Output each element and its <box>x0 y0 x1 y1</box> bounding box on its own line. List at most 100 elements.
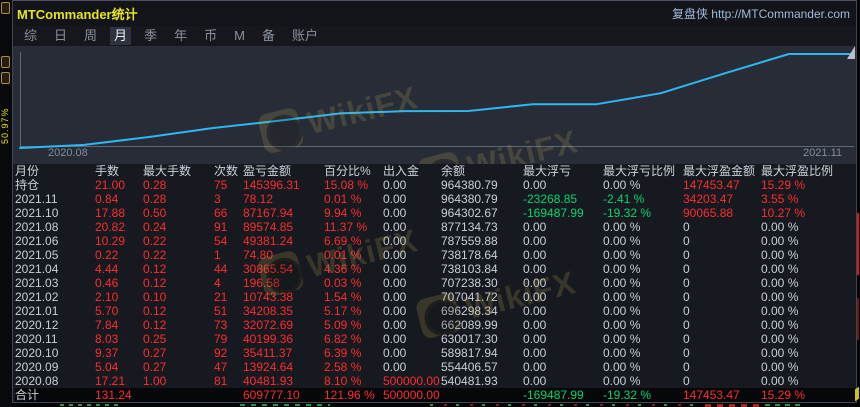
table-row[interactable]: 2020.12 7.84 0.12 73 32072.69 5.09 % 0.00 66208… <box>15 318 856 332</box>
table-cell: 40481.93 <box>243 374 294 388</box>
table-cell: 2020.12 <box>15 318 59 332</box>
table-cell: 4.44 <box>95 262 119 276</box>
menu-item-账户[interactable]: 账户 <box>288 27 322 45</box>
table-cell: 3.55 % <box>761 192 799 206</box>
table-row[interactable]: 2021.02 2.10 0.10 21 10743.38 1.54 % 0.00 70704… <box>15 290 856 304</box>
brand-link[interactable]: 复盘侠 http://MTCommander.com <box>672 5 850 22</box>
menu-item-备[interactable]: 备 <box>258 27 279 45</box>
table-header-row: 月份 手数 最大手数 次数 盈亏金额 百分比% 出入金 余额 最大浮亏 最大浮亏比例 最大浮盈金额最… <box>15 164 856 178</box>
table-cell: 2021.06 <box>15 234 59 248</box>
table-cell: 6.82 % <box>324 332 362 346</box>
table-cell: 0.00 % <box>761 318 799 332</box>
table-cell: 0.00 % <box>603 374 641 388</box>
table-cell: 707238.30 <box>441 276 498 290</box>
table-row[interactable]: 2020.09 5.04 0.27 47 13924.64 2.58 % 0.00 55440… <box>15 360 856 374</box>
table-cell: 0.00 % <box>603 360 641 374</box>
column-header[interactable]: 出入金 <box>383 164 441 178</box>
table-cell: 662089.99 <box>441 318 498 332</box>
table-cell: 0.00 <box>523 318 547 332</box>
menu-bar: 综日周月季年币 M 备账户 <box>13 26 856 46</box>
table-row[interactable]: 2021.03 0.46 0.12 4 196.58 0.03 % 0.00 707238.3… <box>15 276 856 290</box>
menu-item-周[interactable]: 周 <box>80 27 101 45</box>
table-cell: 0.00 <box>523 262 547 276</box>
column-header[interactable]: 次数 <box>214 164 243 178</box>
table-cell: 964302.67 <box>441 206 498 220</box>
table-cell: 1.54 % <box>324 290 362 304</box>
table-cell: 32072.69 <box>243 318 294 332</box>
table-cell: 0 <box>683 360 690 374</box>
table-cell: 147453.47 <box>683 178 740 192</box>
table-cell: 0.00 % <box>603 234 641 248</box>
table-cell: 66 <box>214 206 228 220</box>
table-cell: 21 <box>214 290 228 304</box>
table-row[interactable]: 2021.08 20.82 0.24 91 89574.85 11.37 % 0.00 877… <box>15 220 856 234</box>
table-cell: 0.00 <box>383 276 407 290</box>
table-cell: 44 <box>214 262 228 276</box>
menu-item-季[interactable]: 季 <box>140 27 161 45</box>
table-cell: 696298.34 <box>441 304 498 318</box>
table-row[interactable]: 2021.11 0.84 0.28 3 78.12 0.01 % 0.00 964380.79… <box>15 192 856 206</box>
table-cell: 0.00 % <box>761 276 799 290</box>
menu-item-综[interactable]: 综 <box>20 27 41 45</box>
table-cell: 0.10 <box>143 290 167 304</box>
background-fragment <box>430 404 700 406</box>
table-row[interactable]: 2021.06 10.29 0.22 54 49381.24 6.69 % 0.00 7875… <box>15 234 856 248</box>
table-cell: -169487.99 <box>523 206 584 220</box>
table-cell: 0.28 <box>143 178 167 192</box>
table-row[interactable]: 2021.10 17.88 0.50 66 87167.94 9.94 % 0.00 9643… <box>15 206 856 220</box>
table-row[interactable]: 2021.04 4.44 0.12 44 30865.54 4.36 % 0.00 73810… <box>15 262 856 276</box>
table-row-total[interactable]: 合计 131.24 609777.10 121.96 % 500000.00 -16948… <box>15 388 856 402</box>
column-header[interactable]: 最大浮亏比例 <box>603 164 683 178</box>
table-cell: 0.00 <box>383 262 407 276</box>
resize-grip-icon[interactable] <box>847 46 855 59</box>
menu-item-M[interactable]: M <box>230 27 249 45</box>
column-header[interactable]: 最大浮亏 <box>523 164 603 178</box>
table-cell: 2020.09 <box>15 360 59 374</box>
table-cell: 15.29 % <box>761 388 806 402</box>
table-row[interactable]: 2020.11 8.03 0.25 79 40199.36 6.82 % 0.00 63001… <box>15 332 856 346</box>
column-header[interactable]: 最大浮盈比例 <box>761 164 856 178</box>
table-cell: 0.00 <box>383 234 407 248</box>
column-header[interactable]: 最大手数 <box>143 164 214 178</box>
table-cell: 0.00 <box>523 360 547 374</box>
table-cell: 合计 <box>15 388 40 402</box>
table-row[interactable]: 持仓 21.00 0.28 75 145396.31 15.08 % 0.00 964380.… <box>15 178 856 192</box>
column-header[interactable]: 余额 <box>441 164 523 178</box>
menu-item-年[interactable]: 年 <box>170 27 191 45</box>
table-cell: 92 <box>214 346 228 360</box>
table-cell: 0.00 <box>383 332 407 346</box>
table-cell: 0.00 <box>523 374 547 388</box>
table-cell: 0.22 <box>143 248 167 262</box>
table-cell: 4.36 % <box>324 262 362 276</box>
table-row[interactable]: 2021.01 5.70 0.12 51 34208.35 5.17 % 0.00 69629… <box>15 304 856 318</box>
column-header[interactable]: 月份 <box>15 164 95 178</box>
table-cell: 0.00 % <box>761 234 799 248</box>
column-header[interactable]: 百分比% <box>324 164 383 178</box>
table-cell: 0.00 % <box>761 290 799 304</box>
table-cell: 34208.35 <box>243 304 294 318</box>
table-cell: -23268.85 <box>523 192 578 206</box>
table-cell: 9.37 <box>95 346 119 360</box>
table-cell: 0.00 % <box>603 346 641 360</box>
table-cell: 5.17 % <box>324 304 362 318</box>
table-cell: 40199.36 <box>243 332 294 346</box>
table-row[interactable]: 2020.08 17.21 1.00 81 40481.93 8.10 % 500000.0… <box>15 374 856 388</box>
table-cell: 2.58 % <box>324 360 362 374</box>
table-cell: 0.00 % <box>761 262 799 276</box>
menu-item-币[interactable]: 币 <box>200 27 221 45</box>
menu-item-月[interactable]: 月 <box>110 27 132 45</box>
column-header[interactable]: 盈亏金额 <box>243 164 324 178</box>
table-cell: 0.12 <box>143 262 167 276</box>
x-tick-start: 2020.08 <box>48 147 88 159</box>
table-cell: 630017.30 <box>441 332 498 346</box>
table-row[interactable]: 2021.05 0.22 0.22 1 74.80 0.01 % 0.00 738178.64… <box>15 248 856 262</box>
table-cell: 0.00 <box>523 248 547 262</box>
column-header[interactable]: 最大浮盈金额 <box>683 164 761 178</box>
table-cell: 51 <box>214 304 228 318</box>
table-row[interactable]: 2020.10 9.37 0.27 92 35411.37 6.39 % 0.00 58981… <box>15 346 856 360</box>
background-icon <box>1 56 10 68</box>
menu-item-日[interactable]: 日 <box>50 27 71 45</box>
table-cell: 0.00 <box>383 248 407 262</box>
table-cell: 0.25 <box>143 332 167 346</box>
column-header[interactable]: 手数 <box>95 164 143 178</box>
